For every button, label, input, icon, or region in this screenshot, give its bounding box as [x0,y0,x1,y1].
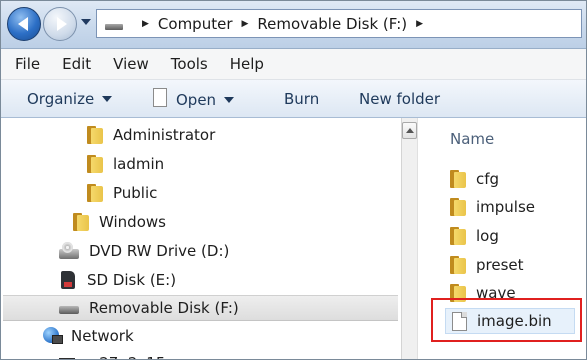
folder-icon [87,155,103,173]
chevron-up-icon [405,128,414,133]
list-item-folder[interactable]: impulse [450,194,535,220]
tree-item-windows[interactable]: Windows [73,209,166,235]
organize-label: Organize [27,90,95,108]
folder-icon [450,170,466,188]
tree-item-dvd-drive[interactable]: DVD RW Drive (D:) [59,238,229,264]
highlight-box [431,298,582,342]
chevron-down-icon [224,96,235,103]
address-bar: ▶ Computer ▶ Removable Disk (F:) ▶ [1,1,586,49]
command-bar: Organize Open Burn New folder [1,80,586,118]
menu-bar: File Edit View Tools Help [1,49,586,80]
folder-icon [450,256,466,274]
list-item-label: impulse [476,198,536,216]
open-button[interactable]: Open [153,88,235,109]
menu-tools[interactable]: Tools [171,55,208,73]
tree-item-label: Administrator [113,126,216,144]
organize-button[interactable]: Organize [27,90,113,108]
tree-item-label: DVD RW Drive (D:) [89,242,230,260]
breadcrumb-computer[interactable]: Computer [158,15,233,33]
navigation-pane: Administrator ladmin Public Windows DVD … [1,118,401,359]
recent-pages-dropdown-icon[interactable] [81,19,91,25]
dvd-drive-icon [59,242,79,260]
folder-icon [450,198,466,216]
tree-item-ladmin[interactable]: ladmin [87,151,164,177]
tree-item-network[interactable]: Network [43,323,134,349]
menu-file[interactable]: File [15,55,40,73]
explorer-window: ▶ Computer ▶ Removable Disk (F:) ▶ File … [0,0,587,360]
folder-icon [87,184,103,202]
list-item-folder[interactable]: preset [450,252,524,278]
tree-item-label: ladmin [113,155,165,173]
back-arrow-icon [17,17,28,31]
tree-item-removable-disk[interactable]: Removable Disk (F:) [3,295,398,321]
folder-icon [450,227,466,245]
removable-drive-icon [59,305,79,314]
tree-item-network-computer[interactable]: c27p2v15 [59,350,165,359]
burn-button[interactable]: Burn [284,90,319,108]
tree-item-label: Public [113,184,158,202]
menu-view[interactable]: View [113,55,149,73]
back-button[interactable] [7,7,41,41]
folder-icon [73,213,89,231]
open-label: Open [176,90,217,109]
tree-item-label: Network [71,327,134,345]
breadcrumb[interactable]: ▶ Computer ▶ Removable Disk (F:) ▶ [96,9,582,38]
list-item-label: log [476,227,499,245]
document-icon [153,88,167,107]
chevron-right-icon[interactable]: ▶ [416,19,423,29]
tree-item-label: SD Disk (E:) [87,271,177,289]
drive-icon [105,24,123,30]
forward-button[interactable] [43,7,77,41]
chevron-right-icon[interactable]: ▶ [142,19,149,29]
tree-item-label: Windows [99,213,166,231]
chevron-down-icon [102,96,113,102]
folder-icon [87,126,103,144]
scroll-up-button[interactable] [402,122,417,139]
list-item-label: cfg [476,170,500,188]
computer-icon [59,354,81,359]
sd-card-icon [61,271,75,289]
network-icon [43,327,63,345]
list-item-label: preset [476,256,524,274]
tree-item-sd-disk[interactable]: SD Disk (E:) [61,267,176,293]
tree-item-administrator[interactable]: Administrator [87,122,215,148]
menu-edit[interactable]: Edit [62,55,91,73]
list-item-folder[interactable]: cfg [450,166,499,192]
tree-item-public[interactable]: Public [87,180,157,206]
new-folder-label: New folder [359,90,441,108]
breadcrumb-removable-disk[interactable]: Removable Disk (F:) [257,15,407,33]
list-item-folder[interactable]: log [450,223,499,249]
forward-arrow-icon [56,17,67,31]
menu-help[interactable]: Help [230,55,264,73]
column-header-name[interactable]: Name [450,130,494,148]
burn-label: Burn [284,90,320,108]
new-folder-button[interactable]: New folder [359,90,440,108]
chevron-right-icon[interactable]: ▶ [242,19,249,29]
tree-item-label: Removable Disk (F:) [89,299,239,317]
tree-scrollbar[interactable] [401,118,418,359]
tree-item-label: c27p2v15 [91,354,165,359]
